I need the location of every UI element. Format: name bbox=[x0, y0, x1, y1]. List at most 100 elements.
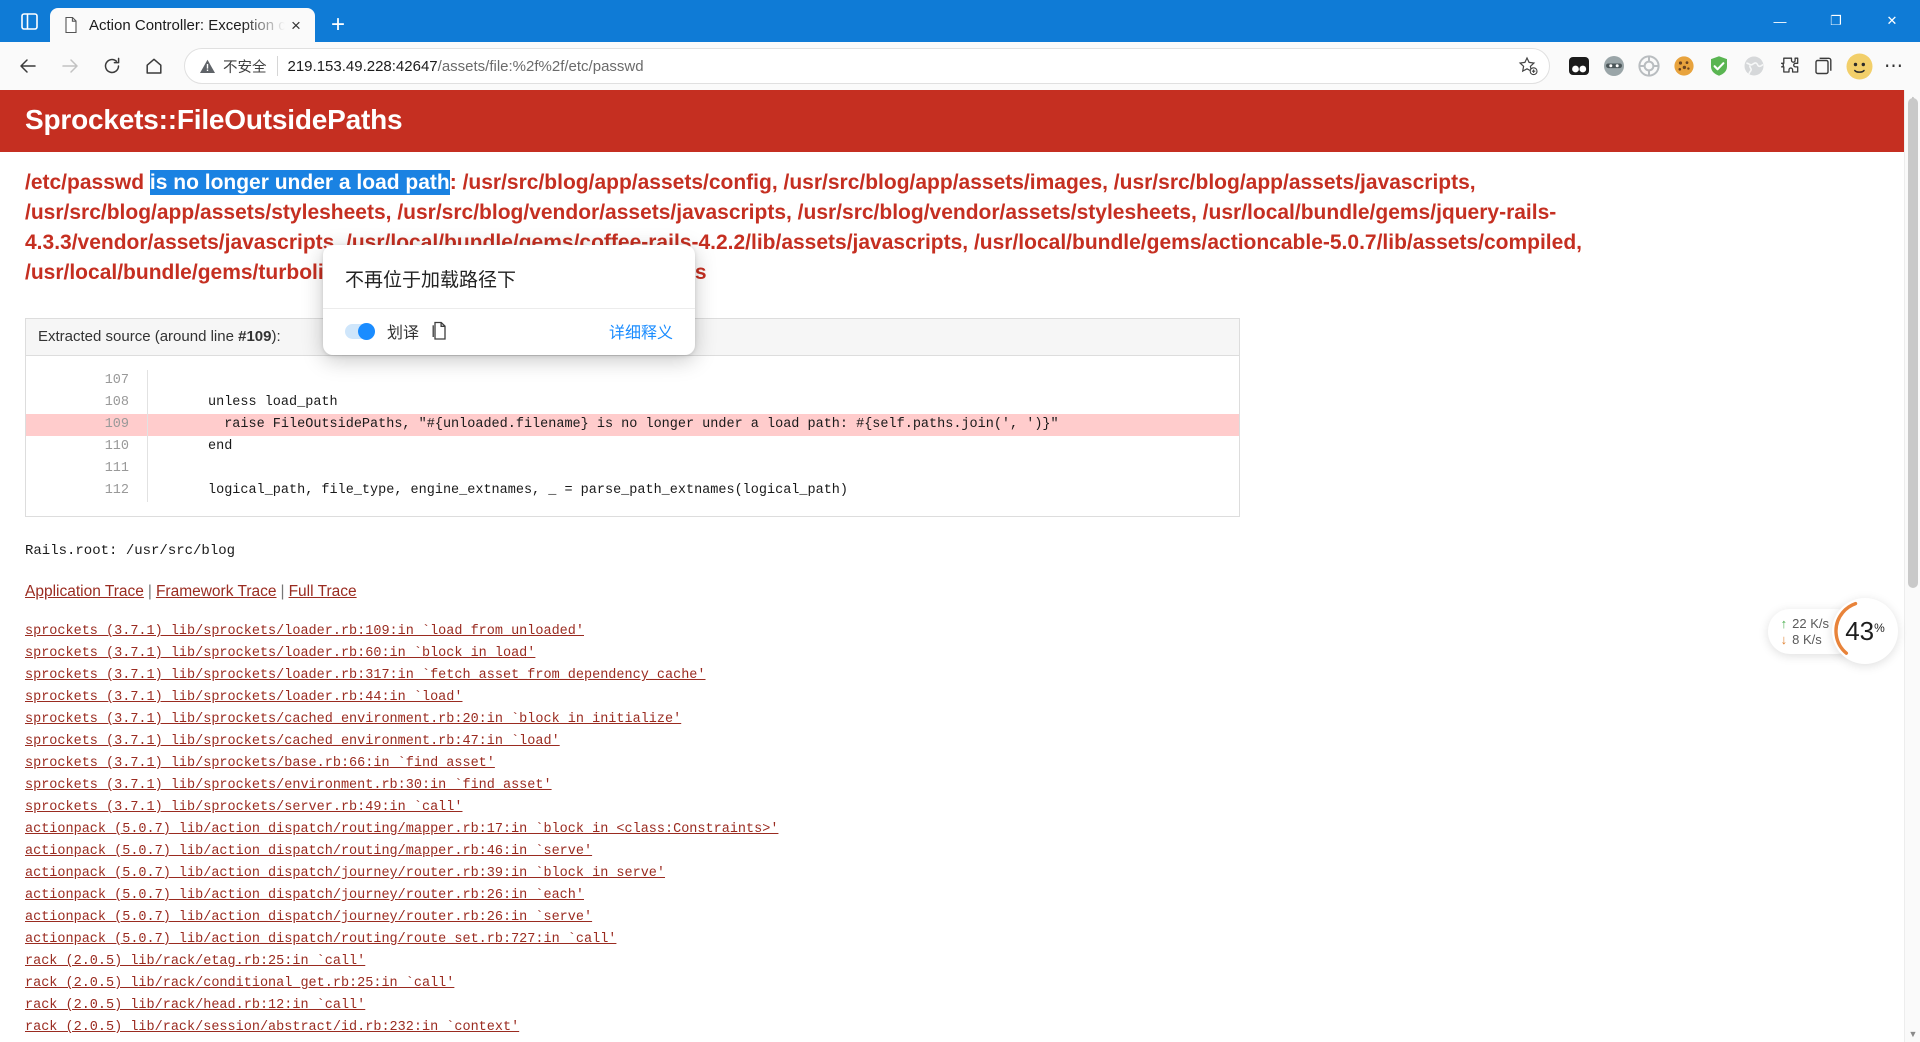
page-scrollbar[interactable]: ▲ ▼ bbox=[1904, 90, 1920, 1042]
tab-title: Action Controller: Exception caught bbox=[89, 16, 285, 34]
add-favorite-icon[interactable] bbox=[1513, 51, 1543, 81]
profile-avatar-icon[interactable] bbox=[1844, 51, 1874, 81]
trace-link[interactable]: rack (2.0.5) lib/rack/conditional_get.rb… bbox=[25, 973, 454, 995]
trace-line: sprockets (3.7.1) lib/sprockets/loader.r… bbox=[25, 621, 1920, 643]
error-header: Sprockets::FileOutsidePaths bbox=[0, 90, 1920, 152]
translate-detail-link[interactable]: 详细释义 bbox=[609, 319, 673, 343]
trace-link[interactable]: sprockets (3.7.1) lib/sprockets/base.rb:… bbox=[25, 753, 495, 775]
address-bar[interactable]: 不安全 219.153.49.228:42647/assets/file:%2f… bbox=[184, 48, 1550, 84]
source-line: 111 bbox=[26, 458, 1239, 480]
trace-link[interactable]: actionpack (5.0.7) lib/action_dispatch/r… bbox=[25, 929, 616, 951]
translate-toggle[interactable] bbox=[345, 322, 375, 340]
upload-row: ↑ 22 K/s bbox=[1781, 616, 1829, 631]
source-line-code: end bbox=[208, 439, 233, 454]
trace-link[interactable]: sprockets (3.7.1) lib/sprockets/loader.r… bbox=[25, 621, 584, 643]
cookie-icon[interactable] bbox=[1669, 51, 1699, 81]
browser-tab[interactable]: Action Controller: Exception caught × bbox=[50, 8, 315, 42]
window-controls: — ❐ ✕ bbox=[1752, 0, 1920, 42]
back-button[interactable] bbox=[8, 46, 48, 86]
trace-link[interactable]: rack (2.0.5) lib/rack/etag.rb:25:in `cal… bbox=[25, 951, 365, 973]
browser-menu-button[interactable]: ⋯ bbox=[1876, 48, 1912, 84]
wheel-icon[interactable] bbox=[1634, 51, 1664, 81]
scrollbar-thumb[interactable] bbox=[1908, 98, 1918, 588]
trace-line: sprockets (3.7.1) lib/sprockets/environm… bbox=[25, 775, 1920, 797]
trace-line: actionpack (5.0.7) lib/action_dispatch/j… bbox=[25, 907, 1920, 929]
trace-link[interactable]: sprockets (3.7.1) lib/sprockets/cached_e… bbox=[25, 731, 560, 753]
error-message: /etc/passwd is no longer under a load pa… bbox=[25, 168, 1840, 288]
page-content: Sprockets::FileOutsidePaths /etc/passwd … bbox=[0, 90, 1920, 1042]
trace-line: actionpack (5.0.7) lib/action_dispatch/r… bbox=[25, 929, 1920, 951]
trace-nav-link[interactable]: Framework Trace bbox=[156, 583, 277, 600]
extensions-bar bbox=[1560, 51, 1874, 81]
error-message-selection: is no longer under a load path bbox=[149, 170, 450, 195]
error-message-prefix: /etc/passwd bbox=[25, 171, 150, 194]
network-speed-widget[interactable]: ↑ 22 K/s ↓ 8 K/s 43% bbox=[1767, 598, 1898, 664]
trace-line: sprockets (3.7.1) lib/sprockets/cached_e… bbox=[25, 731, 1920, 753]
gauge-value: 43% bbox=[1845, 616, 1885, 647]
download-speed: 8 K/s bbox=[1792, 631, 1822, 647]
copy-icon[interactable] bbox=[431, 321, 449, 341]
close-icon[interactable]: × bbox=[285, 14, 307, 36]
extracted-source-line-number: #109 bbox=[238, 328, 272, 345]
trace-link[interactable]: rack (2.0.5) lib/rack/head.rb:12:in `cal… bbox=[25, 995, 365, 1017]
error-body: /etc/passwd is no longer under a load pa… bbox=[0, 152, 1920, 288]
trace-link[interactable]: sprockets (3.7.1) lib/sprockets/server.r… bbox=[25, 797, 462, 819]
trace-nav-link[interactable]: Application Trace bbox=[25, 583, 144, 600]
forward-button[interactable] bbox=[50, 46, 90, 86]
security-indicator[interactable]: 不安全 bbox=[199, 56, 267, 77]
translate-popup-footer: 划译 详细释义 bbox=[323, 308, 695, 355]
omnibox-divider bbox=[276, 56, 278, 76]
trace-link[interactable]: actionpack (5.0.7) lib/action_dispatch/j… bbox=[25, 885, 584, 907]
cpu-gauge[interactable]: 43% bbox=[1832, 598, 1898, 664]
trace-link[interactable]: sprockets (3.7.1) lib/sprockets/loader.r… bbox=[25, 687, 462, 709]
source-line: 109 raise FileOutsidePaths, "#{unloaded.… bbox=[26, 414, 1239, 436]
page-title: Sprockets::FileOutsidePaths bbox=[25, 104, 403, 135]
scroll-down-icon[interactable]: ▼ bbox=[1905, 1025, 1920, 1042]
warning-icon bbox=[199, 58, 216, 75]
trace-line: sprockets (3.7.1) lib/sprockets/loader.r… bbox=[25, 643, 1920, 665]
ninja-icon[interactable] bbox=[1599, 51, 1629, 81]
source-line: 107 bbox=[26, 370, 1239, 392]
source-line-number: 112 bbox=[26, 480, 148, 502]
maximize-button[interactable]: ❐ bbox=[1808, 0, 1864, 42]
source-line-number: 107 bbox=[26, 370, 148, 392]
puzzle-icon[interactable] bbox=[1774, 51, 1804, 81]
tab-strip: Action Controller: Exception caught × + … bbox=[0, 0, 1920, 42]
trace-link[interactable]: actionpack (5.0.7) lib/action_dispatch/j… bbox=[25, 907, 592, 929]
source-line-number: 109 bbox=[26, 414, 148, 436]
reload-icon[interactable] bbox=[92, 46, 132, 86]
navigation-toolbar: 不安全 219.153.49.228:42647/assets/file:%2f… bbox=[0, 42, 1920, 90]
collections-icon[interactable] bbox=[1809, 51, 1839, 81]
trace-link[interactable]: sprockets (3.7.1) lib/sprockets/loader.r… bbox=[25, 643, 535, 665]
trace-link[interactable]: actionpack (5.0.7) lib/action_dispatch/r… bbox=[25, 841, 592, 863]
new-tab-button[interactable]: + bbox=[321, 8, 355, 42]
trace-link[interactable]: sprockets (3.7.1) lib/sprockets/loader.r… bbox=[25, 665, 706, 687]
trace-link[interactable]: sprockets (3.7.1) lib/sprockets/cached_e… bbox=[25, 709, 681, 731]
source-line-code: unless load_path bbox=[208, 395, 338, 410]
trace-link[interactable]: sprockets (3.7.1) lib/sprockets/environm… bbox=[25, 775, 552, 797]
url-host: 219.153.49.228:42647 bbox=[287, 57, 438, 75]
window-close-button[interactable]: ✕ bbox=[1864, 0, 1920, 42]
trace-nav-link[interactable]: Full Trace bbox=[289, 583, 357, 600]
source-line-number: 110 bbox=[26, 436, 148, 458]
source-line-code: logical_path, file_type, engine_extnames… bbox=[208, 483, 849, 498]
adguard-icon[interactable] bbox=[1704, 51, 1734, 81]
split-screen-icon[interactable] bbox=[1564, 51, 1594, 81]
gauge-unit: % bbox=[1874, 620, 1885, 635]
download-row: ↓ 8 K/s bbox=[1781, 632, 1829, 647]
globe-icon[interactable] bbox=[1739, 51, 1769, 81]
tab-search-icon[interactable] bbox=[8, 0, 50, 42]
translate-popup-text: 不再位于加载路径下 bbox=[345, 270, 517, 291]
trace-link[interactable]: actionpack (5.0.7) lib/action_dispatch/j… bbox=[25, 863, 665, 885]
trace-link[interactable]: actionpack (5.0.7) lib/action_dispatch/r… bbox=[25, 819, 778, 841]
translate-popup[interactable]: 不再位于加载路径下 划译 详细释义 bbox=[323, 245, 695, 355]
trace-line: actionpack (5.0.7) lib/action_dispatch/j… bbox=[25, 885, 1920, 907]
minimize-button[interactable]: — bbox=[1752, 0, 1808, 42]
trace-line: actionpack (5.0.7) lib/action_dispatch/j… bbox=[25, 863, 1920, 885]
source-line: 110 end bbox=[26, 436, 1239, 458]
home-icon[interactable] bbox=[134, 46, 174, 86]
trace-line: sprockets (3.7.1) lib/sprockets/loader.r… bbox=[25, 665, 1920, 687]
trace-link[interactable]: rack (2.0.5) lib/rack/session/abstract/i… bbox=[25, 1017, 519, 1039]
trace-line: sprockets (3.7.1) lib/sprockets/loader.r… bbox=[25, 687, 1920, 709]
trace-line: sprockets (3.7.1) lib/sprockets/server.r… bbox=[25, 797, 1920, 819]
